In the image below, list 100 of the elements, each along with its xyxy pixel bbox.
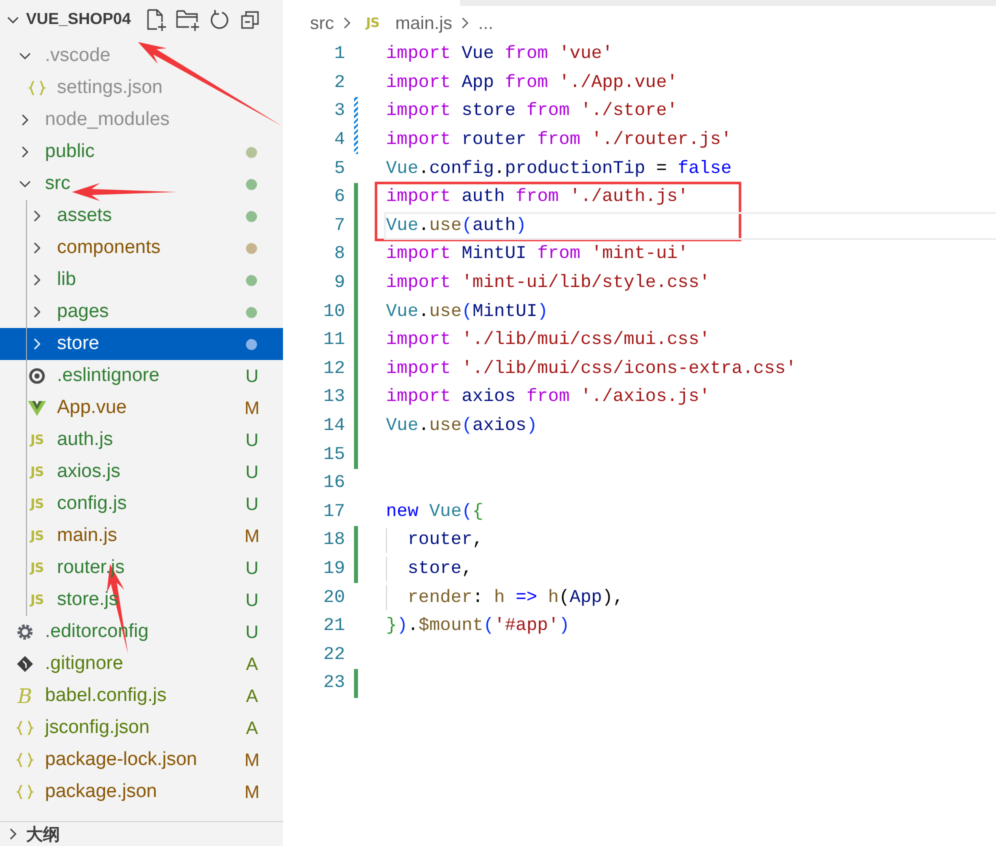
tree-item[interactable]: package.json M (0, 776, 283, 808)
tree-item[interactable]: JS axios.js U (0, 456, 283, 488)
line-number: 6 (333, 187, 345, 208)
tree-item[interactable]: JS router.js U (0, 552, 283, 584)
code-line: import './lib/mui/css/mui.css' (385, 329, 712, 352)
code-line: new Vue({ (385, 500, 484, 524)
tree-item[interactable]: JS main.js M (0, 520, 283, 552)
new-file-icon[interactable] (144, 8, 167, 32)
line-number: 2 (333, 72, 345, 93)
breadcrumb-item[interactable]: ... (478, 12, 494, 34)
git-status-label: U (244, 366, 260, 386)
git-status-label: U (244, 430, 260, 450)
js-file-icon: JS (30, 464, 44, 480)
code-line: Vue.use(axios) (385, 415, 538, 438)
tree-item[interactable]: public (0, 136, 283, 168)
line-number: 13 (322, 387, 345, 408)
code-line: import auth from './auth.js' (385, 186, 690, 210)
tree-item[interactable]: store (0, 328, 283, 360)
tree-item[interactable]: settings.json (0, 72, 283, 104)
line-number: 16 (322, 473, 345, 494)
git-status-label: M (244, 782, 260, 802)
git-status-label: M (244, 750, 260, 770)
git-status-label: A (244, 718, 259, 738)
outline-section-header[interactable]: 大纲 (0, 821, 283, 846)
tree-item[interactable]: .gitignore A (0, 648, 283, 680)
tree-item[interactable]: App.vue M (0, 392, 283, 424)
git-status-label: M (244, 526, 260, 546)
braces-icon (28, 80, 46, 96)
braces-icon (16, 720, 34, 736)
tree-item[interactable]: components (0, 232, 283, 264)
code-line: import router from './router.js' (385, 129, 733, 152)
refresh-icon[interactable] (208, 9, 231, 31)
code-line: Vue.use(MintUI) (385, 300, 550, 324)
code-line: import Vue from 'vue' (385, 43, 614, 66)
line-number: 19 (322, 558, 345, 579)
tree-item[interactable]: .vscode (0, 40, 283, 72)
braces-icon (16, 752, 34, 768)
code-line: store, (384, 554, 996, 584)
git-status-label: U (244, 494, 260, 514)
tree-item[interactable]: pages (0, 296, 283, 328)
line-number: 1 (333, 44, 345, 64)
line-number: 14 (322, 416, 345, 436)
line-number: 17 (322, 502, 345, 522)
line-number: 3 (333, 101, 345, 122)
breadcrumb-item[interactable]: src (310, 12, 334, 34)
code-line: render: h => h(App), (384, 583, 996, 612)
project-title: VUE_SHOP04 (26, 11, 131, 29)
collapse-all-icon[interactable] (238, 9, 261, 31)
new-folder-icon[interactable] (174, 8, 201, 32)
js-file-icon: JS (30, 528, 44, 544)
tree-item[interactable]: assets (0, 200, 283, 232)
git-status-label: U (244, 590, 260, 610)
git-status-label: U (244, 462, 260, 482)
js-file-icon: JS (30, 560, 44, 576)
chevron-right-icon (460, 16, 470, 30)
gear-icon (16, 623, 34, 641)
code-line: import 'mint-ui/lib/style.css' (385, 272, 712, 296)
git-status-label: U (244, 558, 260, 578)
tree-item[interactable]: package-lock.json M (0, 744, 283, 776)
line-number: 15 (322, 444, 345, 465)
git-status-label: A (244, 686, 259, 706)
tree-item[interactable]: .eslintignore U (0, 360, 283, 392)
code-line: router, (384, 526, 996, 555)
tree-item[interactable]: B babel.config.js A (0, 680, 283, 712)
js-file-icon: JS (366, 16, 380, 30)
line-number: 9 (333, 273, 345, 294)
code-line: import MintUI from 'mint-ui' (385, 243, 690, 266)
line-number: 18 (322, 530, 345, 550)
line-number: 10 (322, 302, 345, 322)
tree-item[interactable]: node_modules (0, 104, 283, 136)
line-number: 5 (333, 158, 345, 179)
line-number: 23 (322, 673, 345, 694)
ring-icon (28, 367, 46, 385)
js-file-icon: JS (30, 496, 44, 512)
tree-item[interactable]: jsconfig.json A (0, 712, 283, 744)
js-file-icon: JS (30, 592, 44, 608)
tree-item[interactable]: JS auth.js U (0, 424, 283, 456)
git-status-label: U (244, 622, 260, 642)
line-number: 11 (322, 330, 345, 350)
line-number: 20 (322, 588, 345, 608)
code-line: import store from './store' (385, 100, 679, 124)
tree-item[interactable]: lib (0, 264, 283, 296)
git-status-label: A (244, 654, 259, 674)
code-line: Vue.use(auth) (384, 212, 996, 240)
line-number: 7 (333, 216, 345, 236)
tree-item[interactable]: JS config.js U (0, 488, 283, 520)
git-status-label: M (244, 398, 260, 418)
v-logo-icon (28, 400, 46, 416)
code-line: Vue.config.productionTip = false (385, 158, 733, 181)
diamond-icon (16, 655, 34, 673)
line-number: 4 (333, 130, 345, 150)
code-line: import axios from './axios.js' (385, 386, 712, 410)
line-number: 12 (322, 358, 345, 379)
breadcrumb-item[interactable]: main.js (395, 12, 452, 34)
line-number: 8 (333, 244, 345, 264)
js-file-icon: JS (30, 432, 44, 448)
line-number: 21 (322, 616, 345, 636)
line-number: 22 (322, 644, 345, 665)
code-line: }).$mount('#app') (385, 615, 571, 638)
braces-icon (16, 784, 34, 800)
